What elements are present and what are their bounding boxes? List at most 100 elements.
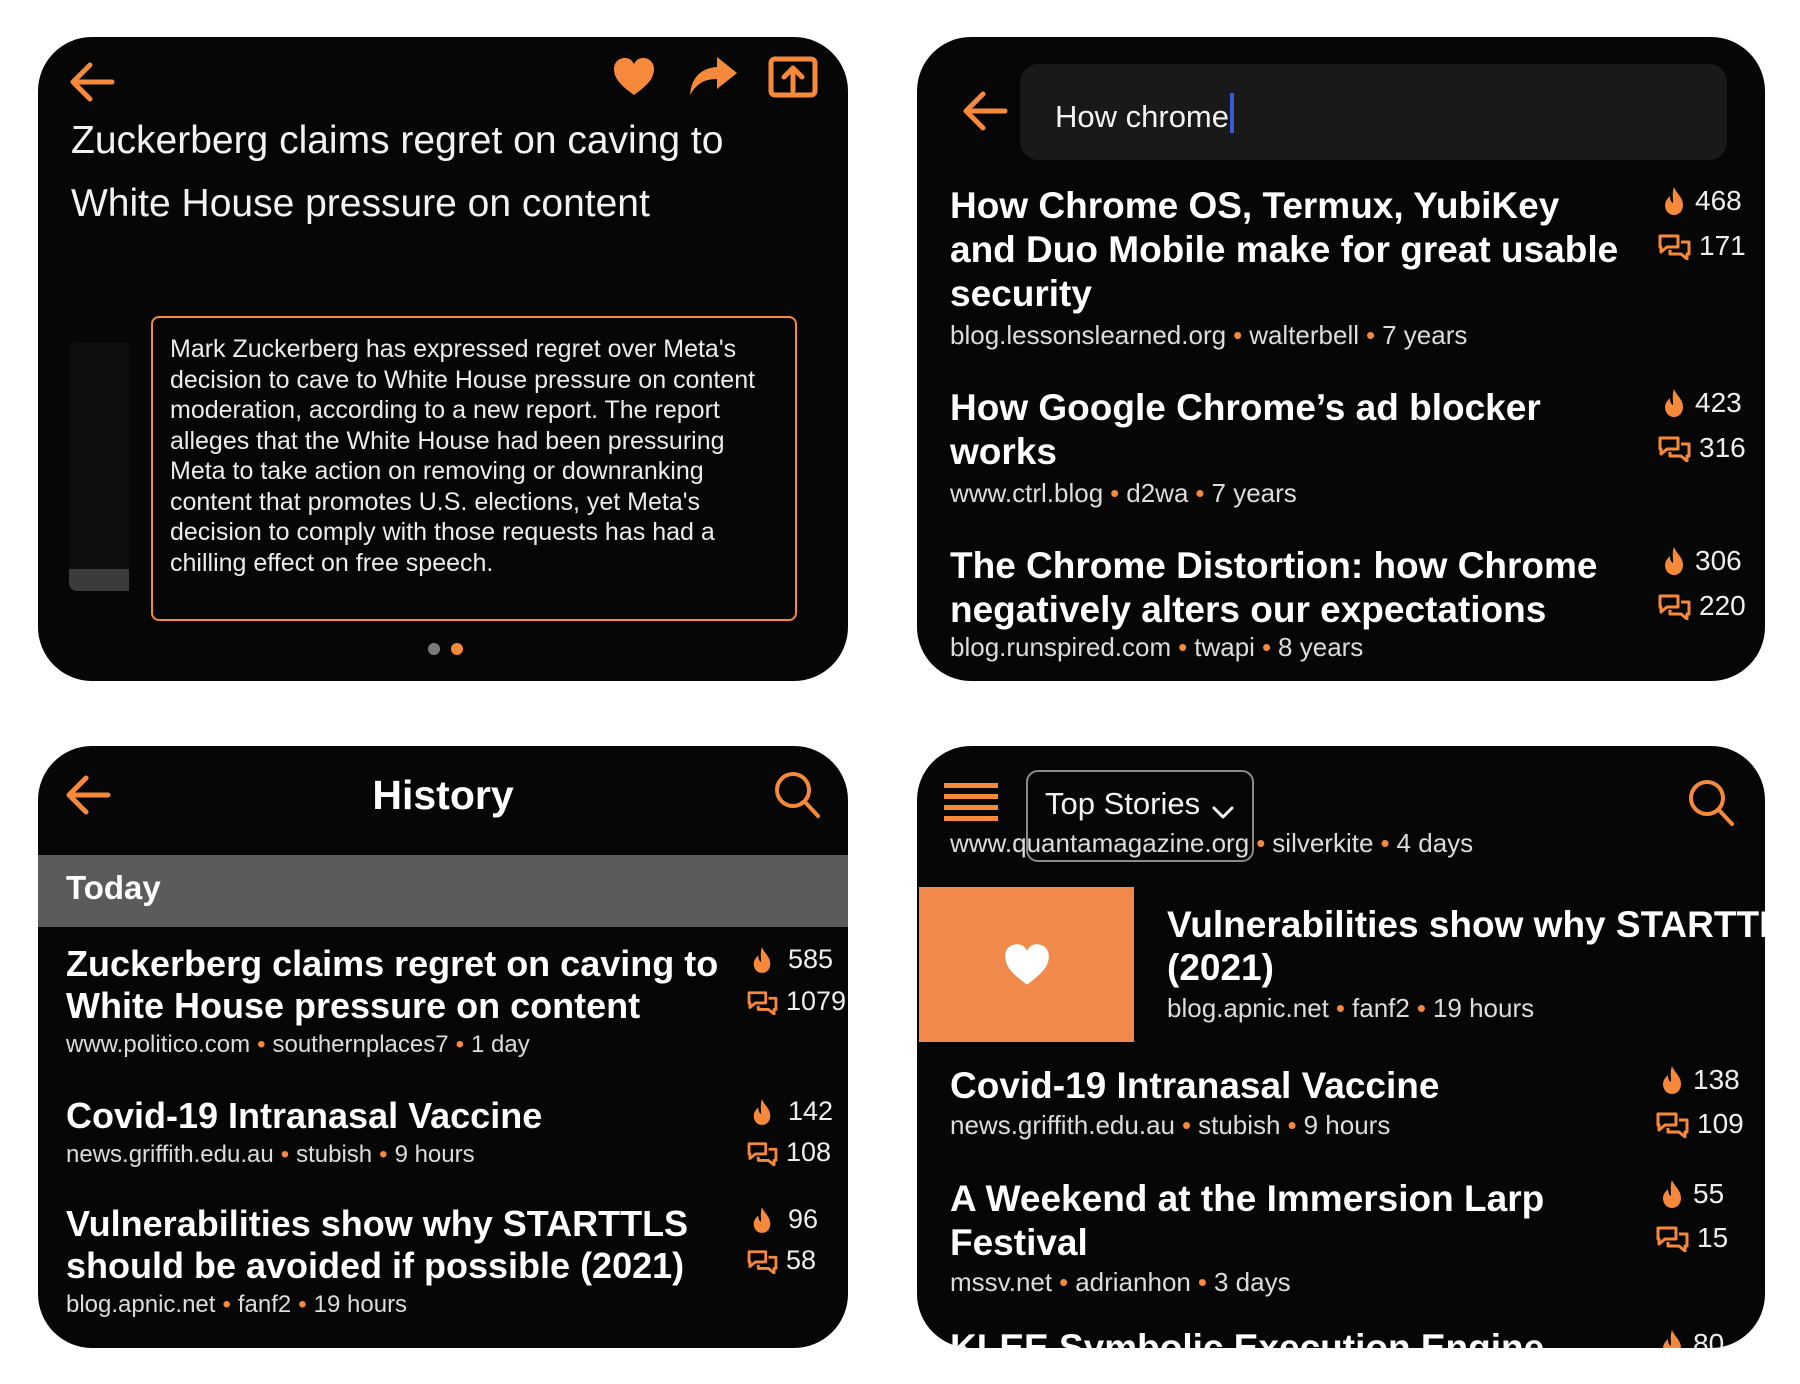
flame-icon [753,946,771,973]
item-age: 1 day [471,1031,530,1058]
back-arrow-icon[interactable] [961,88,1009,134]
item-user[interactable]: stubish [296,1141,372,1168]
comments-stat: 171 [1657,230,1746,262]
points-stat: 55 [1659,1178,1724,1210]
item-domain[interactable]: blog.apnic.net [66,1291,215,1318]
flame-icon [1663,1180,1681,1208]
search-query: How chrome [1055,99,1229,134]
summary-text: Mark Zuckerberg has expressed regret ove… [170,335,756,577]
story-row-swiped[interactable]: Vulnerabilities show why STARTTLS should… [1167,903,1765,1024]
item-meta: blog.apnic.net • fanf2 • 19 hours [66,1291,408,1318]
flame-icon [1663,1330,1681,1348]
story-meta: news.griffith.edu.au • stubish • 9 hours [950,1110,1391,1140]
history-item[interactable]: Zuckerberg claims regret on caving to Wh… [66,943,746,1059]
comments-icon [1656,1112,1689,1138]
item-title: Zuckerberg claims regret on caving to Wh… [66,943,719,1026]
result-user[interactable]: twapi [1194,632,1255,662]
points-stat: 585 [750,944,833,975]
flame-icon [753,1206,771,1233]
result-domain[interactable]: www.ctrl.blog [950,478,1103,508]
comments-stat: 316 [1657,432,1746,464]
story-age: 19 hours [1432,993,1535,1023]
story-meta: mssv.net • adrianhon • 3 days [950,1267,1291,1297]
open-external-icon[interactable] [768,53,818,99]
previous-card-edge[interactable] [69,343,129,589]
section-label: Today [66,869,161,906]
article-panel: Zuckerberg claims regret on caving to Wh… [38,37,848,681]
result-user[interactable]: walterbell [1249,320,1359,350]
flame-icon [1665,547,1683,575]
comments-stat: 109 [1655,1108,1744,1140]
story-domain[interactable]: mssv.net [950,1267,1052,1297]
story-row[interactable]: Covid-19 Intranasal Vaccine news.griffit… [950,1064,1630,1141]
search-panel: How chrome How Chrome OS, Termux, YubiKe… [917,37,1765,681]
points-stat: 142 [750,1096,833,1127]
article-title: Zuckerberg claims regret on caving to Wh… [71,119,724,225]
item-title: Vulnerabilities show why STARTTLS should… [66,1203,689,1286]
search-result[interactable]: How Google Chrome’s ad blocker works www… [950,386,1630,509]
flame-icon [1663,1066,1681,1094]
pager-dot-1[interactable] [428,643,440,655]
story-row[interactable]: A Weekend at the Immersion Larp Festival… [950,1177,1630,1298]
result-domain[interactable]: blog.runspired.com [950,632,1171,662]
summary-card[interactable]: Mark Zuckerberg has expressed regret ove… [151,316,797,621]
heart-icon[interactable] [612,57,656,97]
comments-icon [1658,234,1691,260]
search-result[interactable]: How Chrome OS, Termux, YubiKey and Duo M… [950,184,1630,351]
item-age: 19 hours [313,1291,408,1318]
result-age: 8 years [1278,632,1364,662]
story-age: 9 hours [1303,1110,1391,1140]
search-icon[interactable] [773,770,821,820]
share-icon[interactable] [687,55,739,97]
points-stat: 80 [1659,1328,1724,1348]
story-user[interactable]: silverkite [1272,828,1373,858]
story-meta: blog.apnic.net • fanf2 • 19 hours [1167,993,1535,1023]
points-stat: 96 [750,1204,818,1235]
result-domain[interactable]: blog.lessonslearned.org [950,320,1226,350]
points-stat: 423 [1661,387,1742,419]
story-age: 3 days [1213,1267,1291,1297]
comments-icon [1658,594,1691,620]
story-user[interactable]: stubish [1198,1110,1280,1140]
story-domain[interactable]: blog.apnic.net [1167,993,1329,1023]
result-title: How Google Chrome’s ad blocker works [950,387,1541,472]
result-age: 7 years [1211,478,1297,508]
page-title: History [372,772,514,818]
text-caret [1230,93,1234,133]
flame-icon [1665,187,1683,215]
item-user[interactable]: southernplaces7 [272,1031,448,1058]
story-user[interactable]: adrianhon [1075,1267,1191,1297]
history-item[interactable]: Covid-19 Intranasal Vaccine news.griffit… [66,1095,746,1169]
story-title: A Weekend at the Immersion Larp Festival [950,1178,1545,1263]
history-item[interactable]: Vulnerabilities show why STARTTLS should… [66,1203,746,1319]
story-title: Covid-19 Intranasal Vaccine [950,1065,1440,1106]
item-meta: news.griffith.edu.au • stubish • 9 hours [66,1141,475,1168]
heart-icon [1003,943,1051,987]
chevron-down-icon [1212,806,1234,820]
back-arrow-icon[interactable] [68,59,116,105]
story-domain[interactable]: news.griffith.edu.au [950,1110,1175,1140]
pager-dot-2-active[interactable] [451,643,463,655]
item-age: 9 hours [394,1141,475,1168]
menu-icon[interactable] [944,781,998,823]
story-user[interactable]: fanf2 [1352,993,1410,1023]
search-icon[interactable] [1687,778,1735,828]
item-domain[interactable]: news.griffith.edu.au [66,1141,274,1168]
item-domain[interactable]: www.politico.com [66,1031,250,1058]
story-domain[interactable]: www.quantamagazine.org [950,828,1249,858]
comments-icon [1656,1226,1689,1252]
story-meta: www.quantamagazine.org • silverkite • 4 days [950,828,1474,858]
item-meta: www.politico.com • southernplaces7 • 1 day [66,1031,530,1058]
points-stat: 468 [1661,185,1742,217]
result-user[interactable]: d2wa [1126,478,1188,508]
item-user[interactable]: fanf2 [238,1291,291,1318]
search-result[interactable]: The Chrome Distortion: how Chrome negati… [950,544,1650,663]
points-stat: 306 [1661,545,1742,577]
result-meta: www.ctrl.blog • d2wa • 7 years [950,478,1297,508]
comments-icon [747,1249,778,1274]
top-stories-panel: Top Stories www.quantamagazine.org • silve… [917,746,1765,1348]
result-meta: blog.lessonslearned.org • walterbell • 7 yea… [950,320,1468,350]
history-panel: History Today Zuckerberg claims regret o… [38,746,848,1348]
story-row[interactable]: KLEE Symbolic Execution Engine [950,1326,1630,1348]
flame-icon [1665,389,1683,417]
